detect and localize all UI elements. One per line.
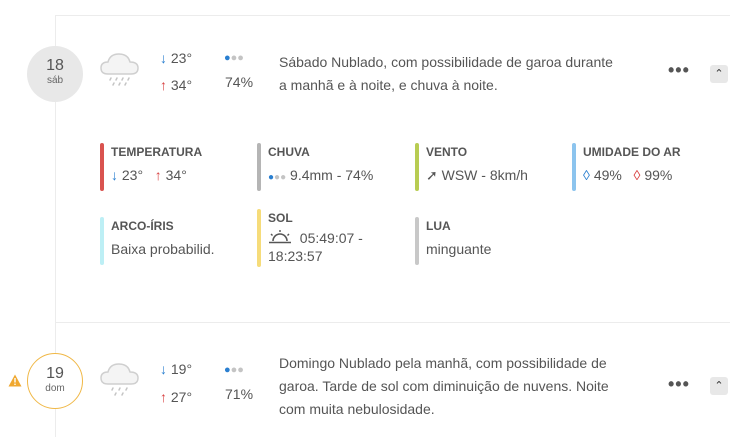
arrow-up-icon: ↑ [154,167,162,183]
detail-humidity: UMIDADE DO AR ◊ 49% ◊ 99% [572,143,732,191]
collapse-button[interactable]: ⌃ [710,377,728,395]
high-temp: ↑ 27° [160,389,193,405]
drop-outline-icon: ◊ [633,167,641,183]
detail-rain: CHUVA ●●● 9.4mm - 74% [257,143,407,191]
rain-bar [257,143,261,191]
rain-drops-icon: ●●● [268,172,287,183]
day-number: 18 [46,57,64,74]
warning-icon[interactable] [8,374,22,387]
cloud-drizzle-icon [100,363,139,396]
more-options-button[interactable]: ••• [668,60,690,81]
day-summary: Sábado Nublado, com possibilidade de gar… [279,54,613,93]
moon-bar [415,217,419,265]
detail-sun: SOL 05:49:07 - 18:23:57 [257,209,407,267]
arrow-down-icon: ↓ [160,50,167,66]
arrow-up-icon: ↑ [160,389,167,405]
rain-chance: 74% [225,74,254,90]
drop-outline-icon: ◊ [583,167,590,183]
more-options-button[interactable]: ••• [668,374,690,395]
rainbow-bar [100,217,104,265]
rain-drops-icon: ●●● [224,52,244,64]
rain-chance: 71% [225,386,254,402]
sunrise-icon [269,230,291,244]
day-weekday: dom [45,383,65,394]
day-summary: Domingo Nublado pela manhã, com possibil… [279,355,609,417]
wind-bar [415,143,419,191]
arrow-down-icon: ↓ [111,167,118,183]
low-temp: ↓ 23° [160,50,193,66]
day-badge: 19 dom [27,353,83,409]
low-temp: ↓ 19° [160,361,193,377]
day-badge: 18 sáb [27,46,83,102]
day-weekday: sáb [46,75,64,86]
arrow-down-icon: ↓ [160,361,167,377]
detail-temperature: TEMPERATURA ↓ 23° ↑ 34° [100,143,250,191]
arrow-up-icon: ↑ [160,77,167,93]
detail-wind: VENTO ➚ WSW - 8km/h [415,143,565,191]
divider [55,15,730,16]
sun-bar [257,209,261,267]
collapse-button[interactable]: ⌃ [710,65,728,83]
humidity-bar [572,143,576,191]
detail-moon: LUA minguante [415,217,565,265]
detail-rainbow: ARCO-ÍRIS Baixa probabilid. [100,217,250,265]
divider [55,322,730,323]
day-number: 19 [46,365,64,382]
high-temp: ↑ 34° [160,77,193,93]
rain-drops-icon: ●●● [224,364,244,376]
temperature-bar [100,143,104,191]
wind-direction-icon: ➚ [426,167,438,183]
cloud-drizzle-icon [100,53,139,86]
